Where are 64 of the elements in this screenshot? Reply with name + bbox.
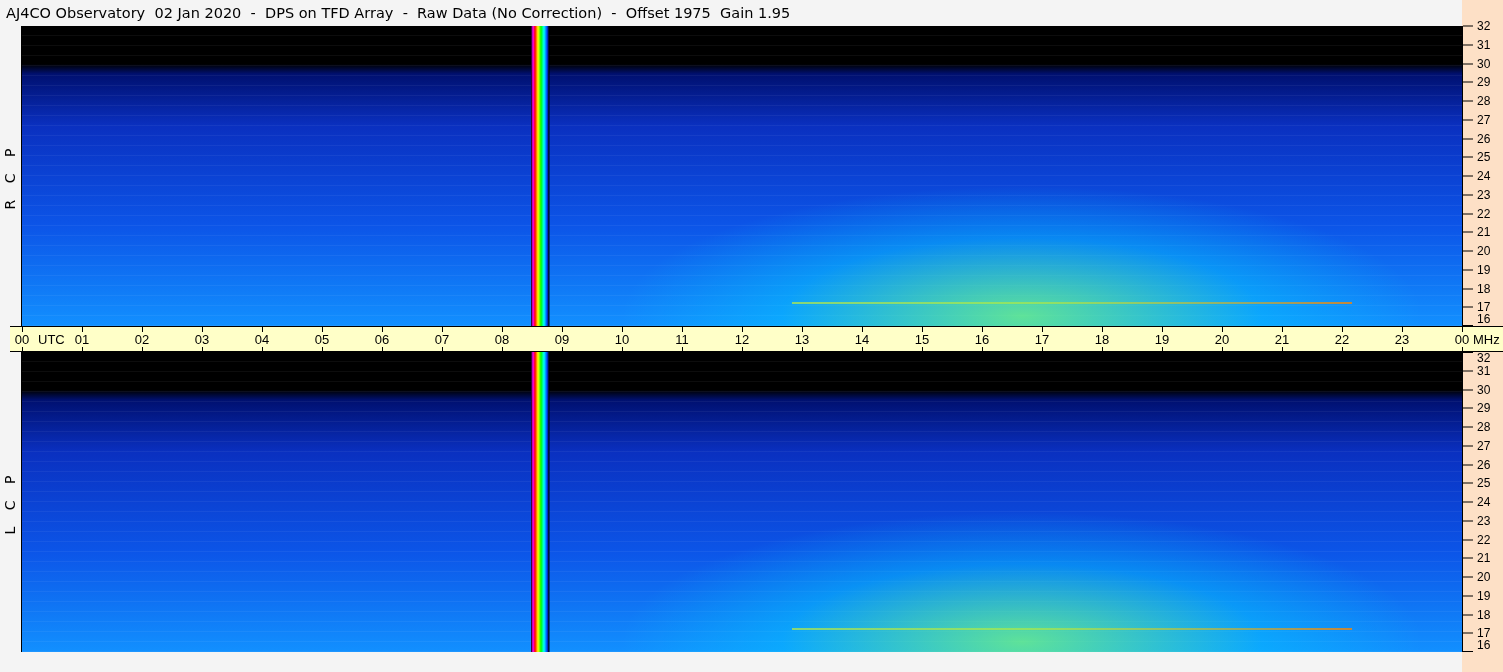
frequency-tick-label: 20 xyxy=(1477,244,1491,258)
time-tick-label: 22 xyxy=(1334,332,1350,347)
time-tick-label: 06 xyxy=(374,332,390,347)
frequency-tick-label: 31 xyxy=(1477,38,1491,52)
chart-title: AJ4CO Observatory 02 Jan 2020 - DPS on TFD Array - Raw Data (No Correction) - Offset 1975 Gain 1.95 xyxy=(6,5,791,21)
frequency-tick-label: 24 xyxy=(1477,169,1491,183)
time-tick-label: 20 xyxy=(1214,332,1230,347)
frequency-tick-label: 20 xyxy=(1477,570,1491,584)
frequency-tick-label: 23 xyxy=(1477,514,1491,528)
time-tick-label: 23 xyxy=(1394,332,1410,347)
frequency-tick-label: 26 xyxy=(1477,458,1491,471)
time-tick-label: 17 xyxy=(1034,332,1050,347)
frequency-unit-label: MHz xyxy=(1473,331,1500,347)
polarization-label: L C P xyxy=(2,469,19,535)
frequency-tick-label: 17 xyxy=(1477,300,1491,314)
frequency-tick-label: 23 xyxy=(1477,188,1491,202)
frequency-tick-label: 28 xyxy=(1477,420,1491,434)
frequency-tick-label: 21 xyxy=(1477,551,1491,565)
time-tick-label: 05 xyxy=(314,332,330,347)
frequency-tick-label: 16 xyxy=(1477,639,1491,652)
time-tick-label: 03 xyxy=(194,332,210,347)
time-tick-label: 07 xyxy=(434,332,450,347)
frequency-tick-label: 25 xyxy=(1477,476,1491,490)
time-tick-label: 01 xyxy=(74,332,90,347)
frequency-tick-label: 17 xyxy=(1477,626,1491,640)
frequency-tick-label: 30 xyxy=(1477,383,1491,396)
frequency-tick-label: 25 xyxy=(1477,150,1491,164)
frequency-tick-label: 32 xyxy=(1477,352,1491,365)
time-unit-label: UTC xyxy=(38,331,65,347)
time-tick-label: 21 xyxy=(1274,332,1290,347)
frequency-tick-label: 27 xyxy=(1477,439,1491,453)
time-tick-label: 02 xyxy=(134,332,150,347)
frequency-tick-label: 21 xyxy=(1477,225,1491,239)
frequency-tick-label: 22 xyxy=(1477,533,1491,546)
time-tick-label: 00 xyxy=(1454,332,1470,347)
frequency-tick-label: 29 xyxy=(1477,401,1491,415)
time-tick-label: 04 xyxy=(254,332,270,347)
time-tick-label: 18 xyxy=(1094,332,1110,347)
frequency-tick-label: 16 xyxy=(1477,313,1491,326)
time-tick-label: 10 xyxy=(614,332,630,347)
time-tick-label: 00 xyxy=(14,332,30,347)
frequency-tick-label: 22 xyxy=(1477,207,1491,220)
frequency-tick-label: 18 xyxy=(1477,608,1491,621)
polarization-label: R C P xyxy=(2,142,19,210)
time-tick-label: 16 xyxy=(974,332,990,347)
frequency-tick-label: 18 xyxy=(1477,282,1491,295)
frequency-tick-label: 27 xyxy=(1477,113,1491,127)
time-tick-label: 11 xyxy=(675,332,689,347)
time-tick-label: 08 xyxy=(494,332,510,347)
time-tick-label: 14 xyxy=(854,332,870,347)
frequency-tick-label: 19 xyxy=(1477,263,1491,277)
time-tick-label: 12 xyxy=(734,332,750,347)
frequency-tick-label: 30 xyxy=(1477,57,1491,70)
time-tick-label: 13 xyxy=(794,332,810,347)
frequency-tick-label: 29 xyxy=(1477,75,1491,89)
frequency-tick-label: 26 xyxy=(1477,132,1491,145)
time-tick-label: 19 xyxy=(1154,332,1170,347)
frequency-tick-label: 32 xyxy=(1477,19,1491,33)
frequency-tick-label: 19 xyxy=(1477,589,1491,603)
frequency-tick-label: 31 xyxy=(1477,364,1491,378)
frequency-tick-label: 28 xyxy=(1477,94,1491,108)
time-tick-label: 09 xyxy=(554,332,570,347)
frequency-tick-label: 24 xyxy=(1477,495,1491,509)
time-tick-label: 15 xyxy=(914,332,930,347)
